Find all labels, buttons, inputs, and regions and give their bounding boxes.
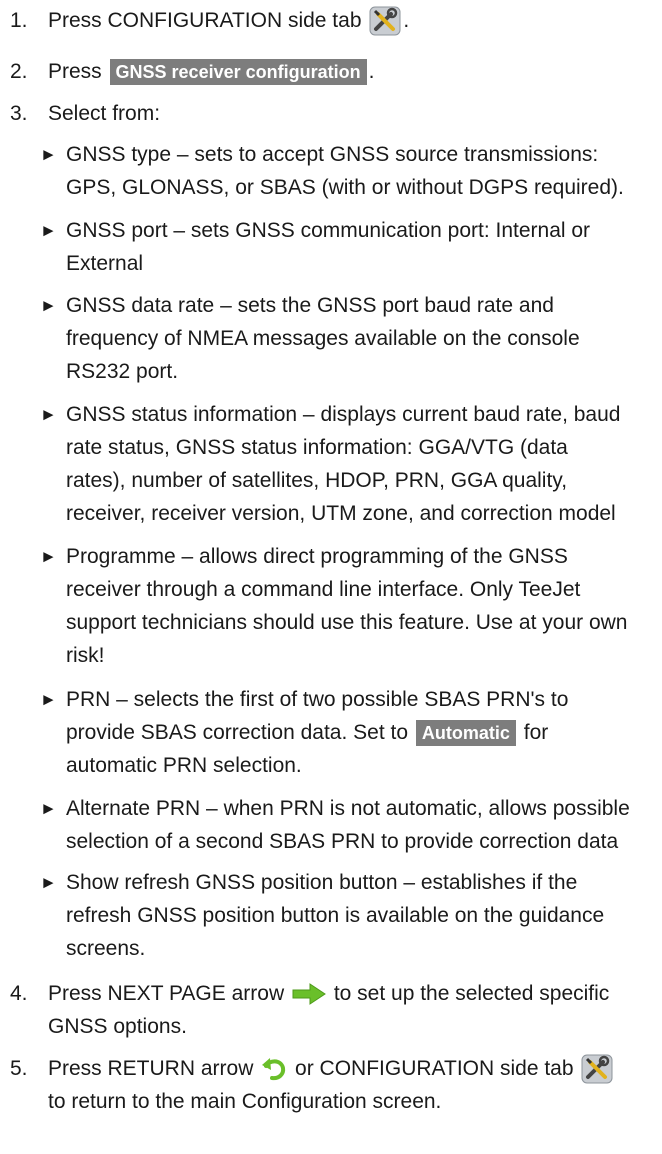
step-number: 2. [10, 60, 28, 83]
wrench-screwdriver-icon [369, 6, 401, 36]
bullet-marker: ► [40, 405, 57, 424]
green-right-arrow-icon [292, 983, 326, 1006]
bullet-marker: ► [40, 690, 57, 709]
green-return-arrow-icon [261, 1056, 287, 1082]
bullet-marker: ► [40, 296, 57, 315]
step-number: 5. [10, 1057, 28, 1080]
step-text: Select from: [48, 102, 161, 125]
gnss-receiver-configuration-button: GNSS receiver configuration [109, 59, 367, 86]
wrench-screwdriver-icon [581, 1054, 613, 1084]
step-number: 4. [10, 982, 28, 1005]
bullet-marker: ► [40, 799, 57, 818]
automatic-button: Automatic [415, 720, 516, 747]
step-number: 1. [10, 9, 28, 32]
step-number: 3. [10, 102, 28, 125]
bullet-marker: ► [40, 547, 57, 566]
bullet-marker: ► [40, 221, 57, 240]
bullet-marker: ► [40, 873, 57, 892]
step-text: Press CONFIGURATION side tab [48, 9, 362, 32]
bullet-marker: ► [40, 145, 57, 164]
